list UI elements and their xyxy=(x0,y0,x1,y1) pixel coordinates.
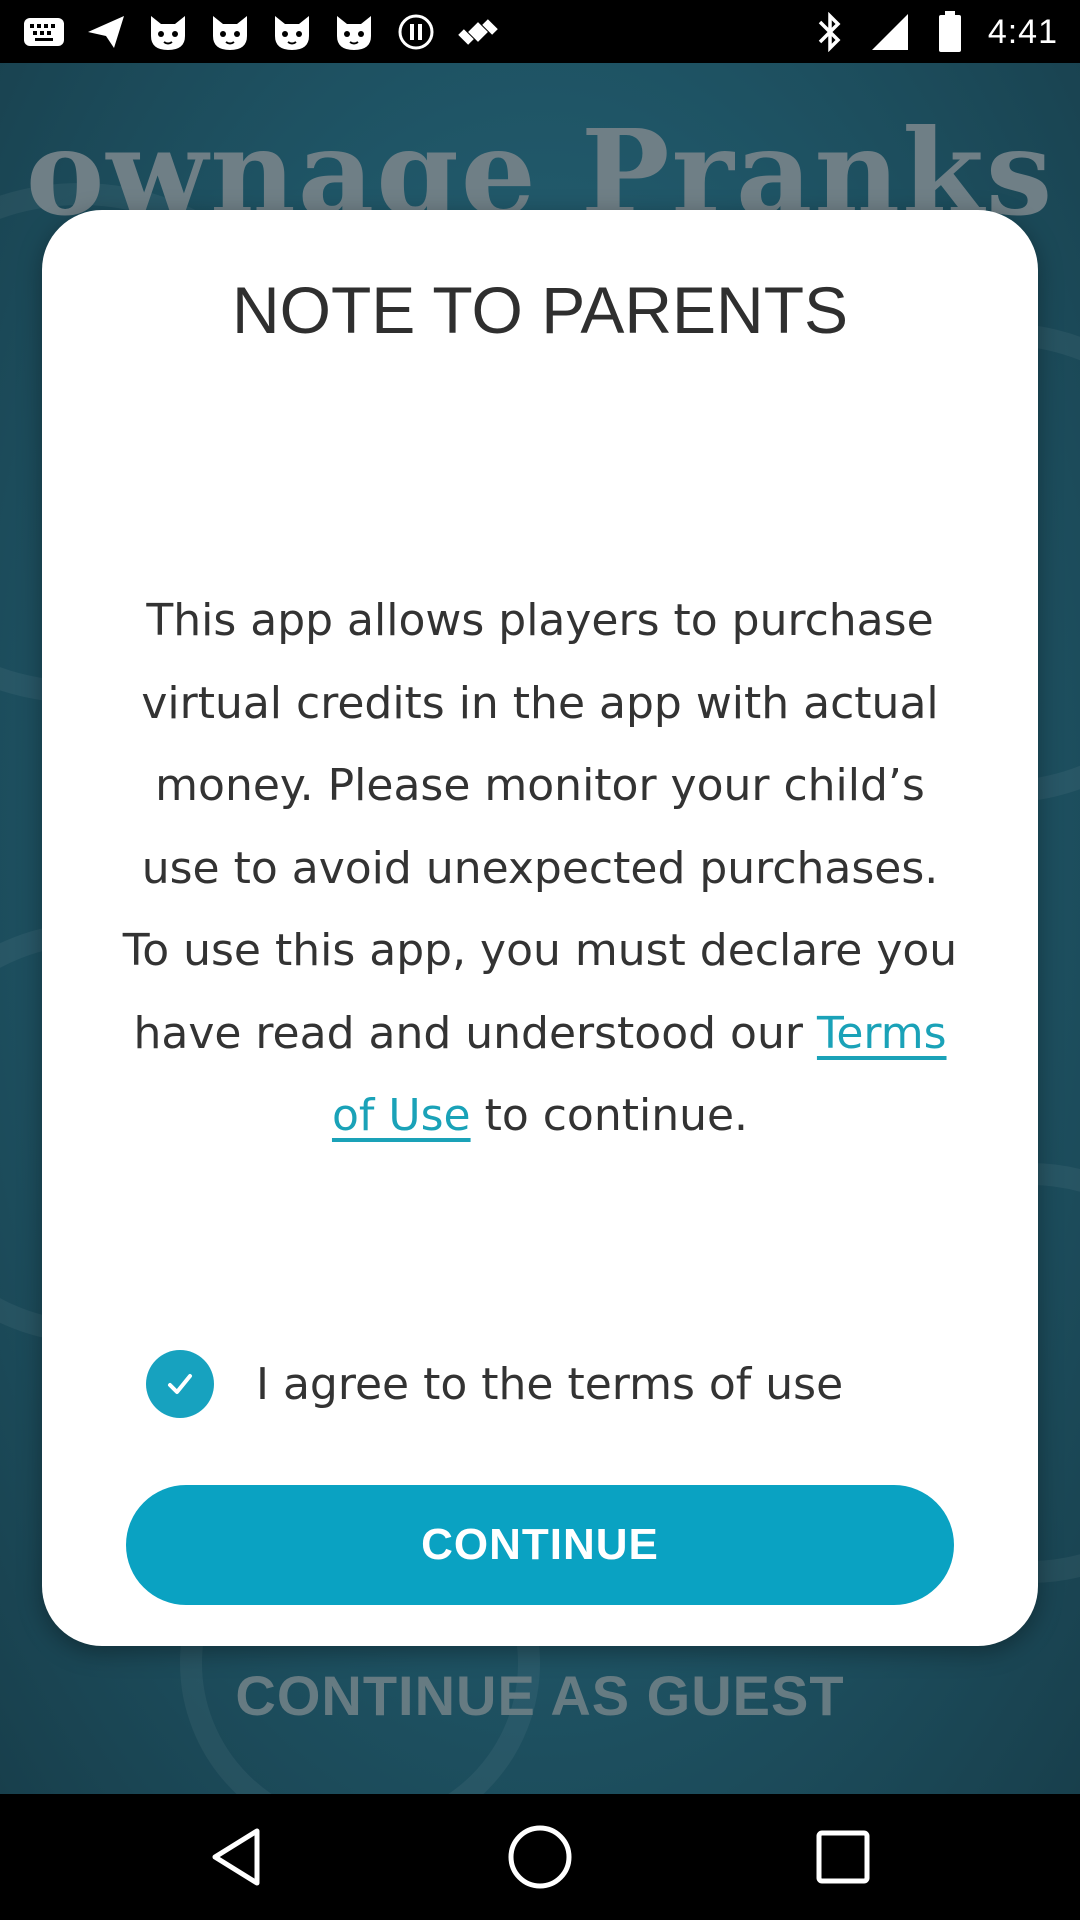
send-icon xyxy=(84,12,128,52)
agree-label: I agree to the terms of use xyxy=(256,1358,844,1410)
status-time: 4:41 xyxy=(987,12,1058,51)
back-icon[interactable] xyxy=(201,1822,271,1892)
agree-checkbox[interactable] xyxy=(146,1350,214,1418)
battery-icon xyxy=(928,11,972,52)
cat-face-icon xyxy=(270,12,314,52)
message-text: This app allows players to purchase virt… xyxy=(122,595,958,1059)
continue-as-guest-button[interactable]: CONTINUE AS GUEST xyxy=(0,1663,1080,1728)
home-icon[interactable] xyxy=(505,1822,575,1892)
fake-gps-icon xyxy=(456,12,500,52)
agree-terms-row[interactable]: I agree to the terms of use xyxy=(146,1350,843,1418)
bluetooth-icon xyxy=(808,12,852,52)
cat-face-icon xyxy=(332,12,376,52)
recents-icon[interactable] xyxy=(808,1822,878,1892)
navigation-bar xyxy=(0,1794,1080,1920)
signal-icon xyxy=(868,12,912,52)
dialog-title: NOTE TO PARENTS xyxy=(231,273,849,347)
notification-icons xyxy=(22,10,500,54)
continue-button[interactable]: CONTINUE xyxy=(126,1485,954,1605)
status-bar: 4:41 xyxy=(0,0,1080,63)
checkmark-icon xyxy=(168,1374,192,1394)
dialog-message: This app allows players to purchase virt… xyxy=(114,580,966,1158)
record-icon xyxy=(394,12,438,52)
cat-face-icon xyxy=(208,12,252,52)
parents-note-dialog: NOTE TO PARENTS This app allows players … xyxy=(42,210,1038,1646)
system-indicators: 4:41 xyxy=(808,8,1058,56)
message-suffix: to continue. xyxy=(470,1090,749,1141)
cat-face-icon xyxy=(146,12,190,52)
message-icon xyxy=(22,12,66,52)
